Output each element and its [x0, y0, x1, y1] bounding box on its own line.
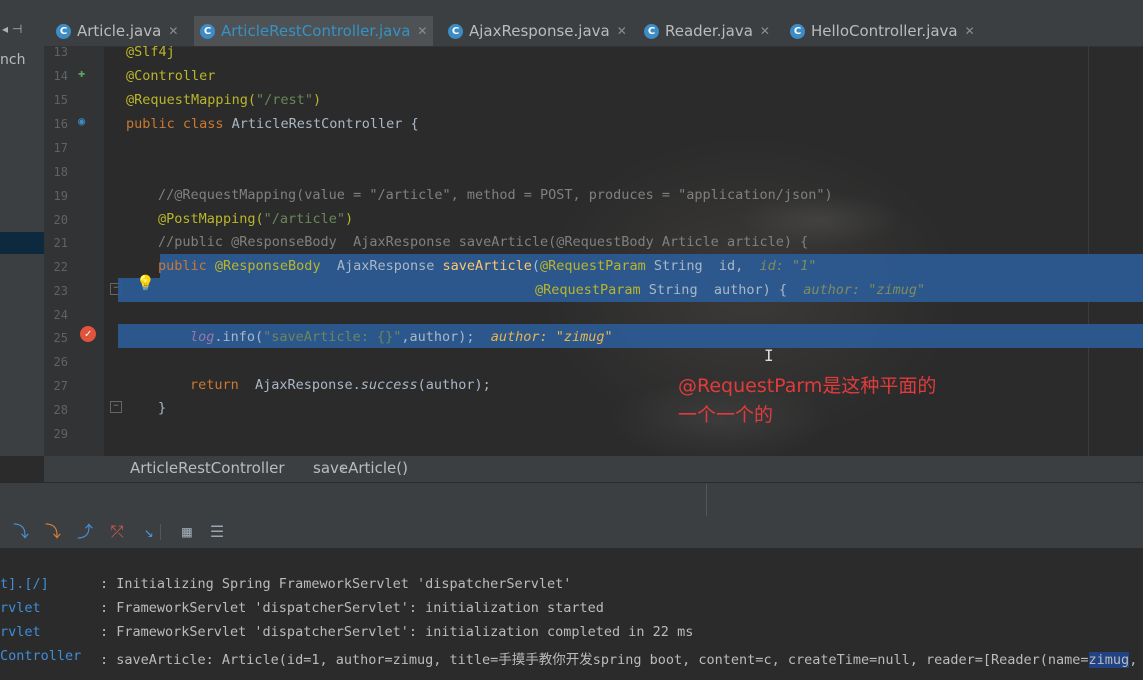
line-number: 15 [53, 93, 68, 107]
breakpoint-icon[interactable]: ✓ [80, 326, 96, 342]
close-icon[interactable]: ✕ [168, 24, 178, 38]
bean-icon[interactable]: ✚ [78, 66, 85, 80]
tab-label: HelloController.java [811, 22, 958, 40]
project-panel-selection[interactable] [0, 232, 44, 254]
line-number: 16 [53, 117, 68, 131]
console-line: Controller: saveArticle: Article(id=1, a… [0, 648, 1138, 668]
editor-tab-bar: ◂ ⊣ C Article.java ✕ C ArticleRestContro… [0, 16, 1143, 47]
run-to-cursor-icon[interactable]: ↘ [138, 521, 160, 543]
tab-label: ArticleRestController.java [221, 22, 411, 40]
line-number: 18 [53, 165, 68, 179]
trace-current-stream-icon[interactable]: ☰ [206, 521, 228, 543]
tab-hellocontroller-java[interactable]: C HelloController.java ✕ [790, 16, 975, 46]
tab-label: Article.java [77, 22, 162, 40]
code-line-27: return AjaxResponse.success(author); [190, 377, 491, 393]
class-icon: C [200, 23, 215, 39]
annotation-line-2: 一个一个的 [678, 404, 774, 426]
console-output: t].[/]: Initializing Spring FrameworkSer… [0, 552, 1143, 668]
evaluate-expression-icon[interactable]: ▦ [176, 521, 198, 543]
step-into-icon[interactable]: ⤵ [42, 521, 64, 543]
right-margin-guide [1088, 46, 1089, 456]
line-number: 13 [53, 45, 68, 59]
line-number: 17 [53, 141, 68, 155]
tab-nav-controls[interactable]: ◂ ⊣ [2, 22, 22, 36]
code-line-25: log.info("saveArticle: {}",author); auth… [190, 329, 613, 345]
code-line-13: @Slf4j [126, 44, 175, 60]
code-line-14: @Controller [126, 68, 216, 84]
line-number: 27 [53, 379, 68, 393]
class-icon: C [644, 23, 659, 39]
close-icon[interactable]: ✕ [760, 24, 770, 38]
lightbulb-icon[interactable]: 💡 [136, 274, 155, 292]
line-number: 26 [53, 355, 68, 369]
tab-ajaxresponse-java[interactable]: C AjaxResponse.java ✕ [448, 16, 627, 46]
fold-icon[interactable]: − [110, 401, 122, 413]
text-cursor-icon: I [764, 346, 774, 365]
project-panel-label: nch [0, 52, 26, 68]
line-number: 29 [53, 427, 68, 441]
spring-bean-icon[interactable]: ◉ [78, 114, 85, 128]
tab-label: Reader.java [665, 22, 753, 40]
code-line-28: } [158, 400, 167, 416]
annotation-note: @RequestParm是这种平面的 一个一个的 [678, 372, 936, 430]
code-line-22: public @ResponseBody AjaxResponse saveAr… [158, 258, 817, 274]
close-icon[interactable]: ✕ [417, 24, 427, 38]
code-line-20: @PostMapping("/article") [158, 211, 354, 227]
breadcrumb-class[interactable]: ArticleRestController [130, 459, 285, 477]
close-icon[interactable]: ✕ [617, 24, 627, 38]
class-icon: C [56, 23, 71, 39]
debug-panel-divider [706, 484, 707, 516]
line-number: 23 [53, 284, 68, 298]
line-number: 25 [53, 331, 68, 345]
line-number: 14 [53, 69, 68, 83]
code-line-23: @RequestParam String author) { author: "… [535, 282, 926, 298]
debug-panel-header [0, 482, 1143, 517]
line-number: 20 [53, 213, 68, 227]
class-icon: C [448, 23, 463, 39]
line-number: 21 [53, 236, 68, 250]
close-icon[interactable]: ✕ [965, 24, 975, 38]
title-strip [0, 0, 1143, 16]
tab-label: AjaxResponse.java [469, 22, 610, 40]
tab-article-java[interactable]: C Article.java ✕ [56, 16, 178, 46]
code-line-15: @RequestMapping("/rest") [126, 92, 322, 108]
step-out-icon[interactable]: ⤴ [74, 521, 96, 543]
tab-articlerestcontroller-java[interactable]: C ArticleRestController.java ✕ [194, 16, 434, 46]
toolbar-separator [160, 524, 161, 540]
step-over-icon[interactable]: ⤵ [10, 521, 32, 543]
line-number: 19 [53, 189, 68, 203]
drop-frame-icon[interactable]: ⤱ [106, 521, 128, 543]
debug-toolbar: ⤵ ⤵ ⤴ ⤱ ↘ ▦ ☰ [0, 516, 1143, 548]
tab-reader-java[interactable]: C Reader.java ✕ [644, 16, 770, 46]
line-number: 24 [53, 308, 68, 322]
code-line-21: //public @ResponseBody AjaxResponse save… [158, 234, 809, 250]
code-line-16: public class ArticleRestController { [126, 116, 419, 132]
editor-gutter [44, 46, 104, 456]
class-icon: C [790, 23, 805, 39]
line-number: 22 [53, 260, 68, 274]
breadcrumb-method[interactable]: saveArticle() [313, 459, 408, 477]
line-number: 28 [53, 403, 68, 417]
breadcrumb: ArticleRestController › saveArticle() [44, 456, 1143, 482]
annotation-line-1: @RequestParm是这种平面的 [678, 375, 937, 397]
code-line-19: //@RequestMapping(value = "/article", me… [158, 187, 833, 203]
